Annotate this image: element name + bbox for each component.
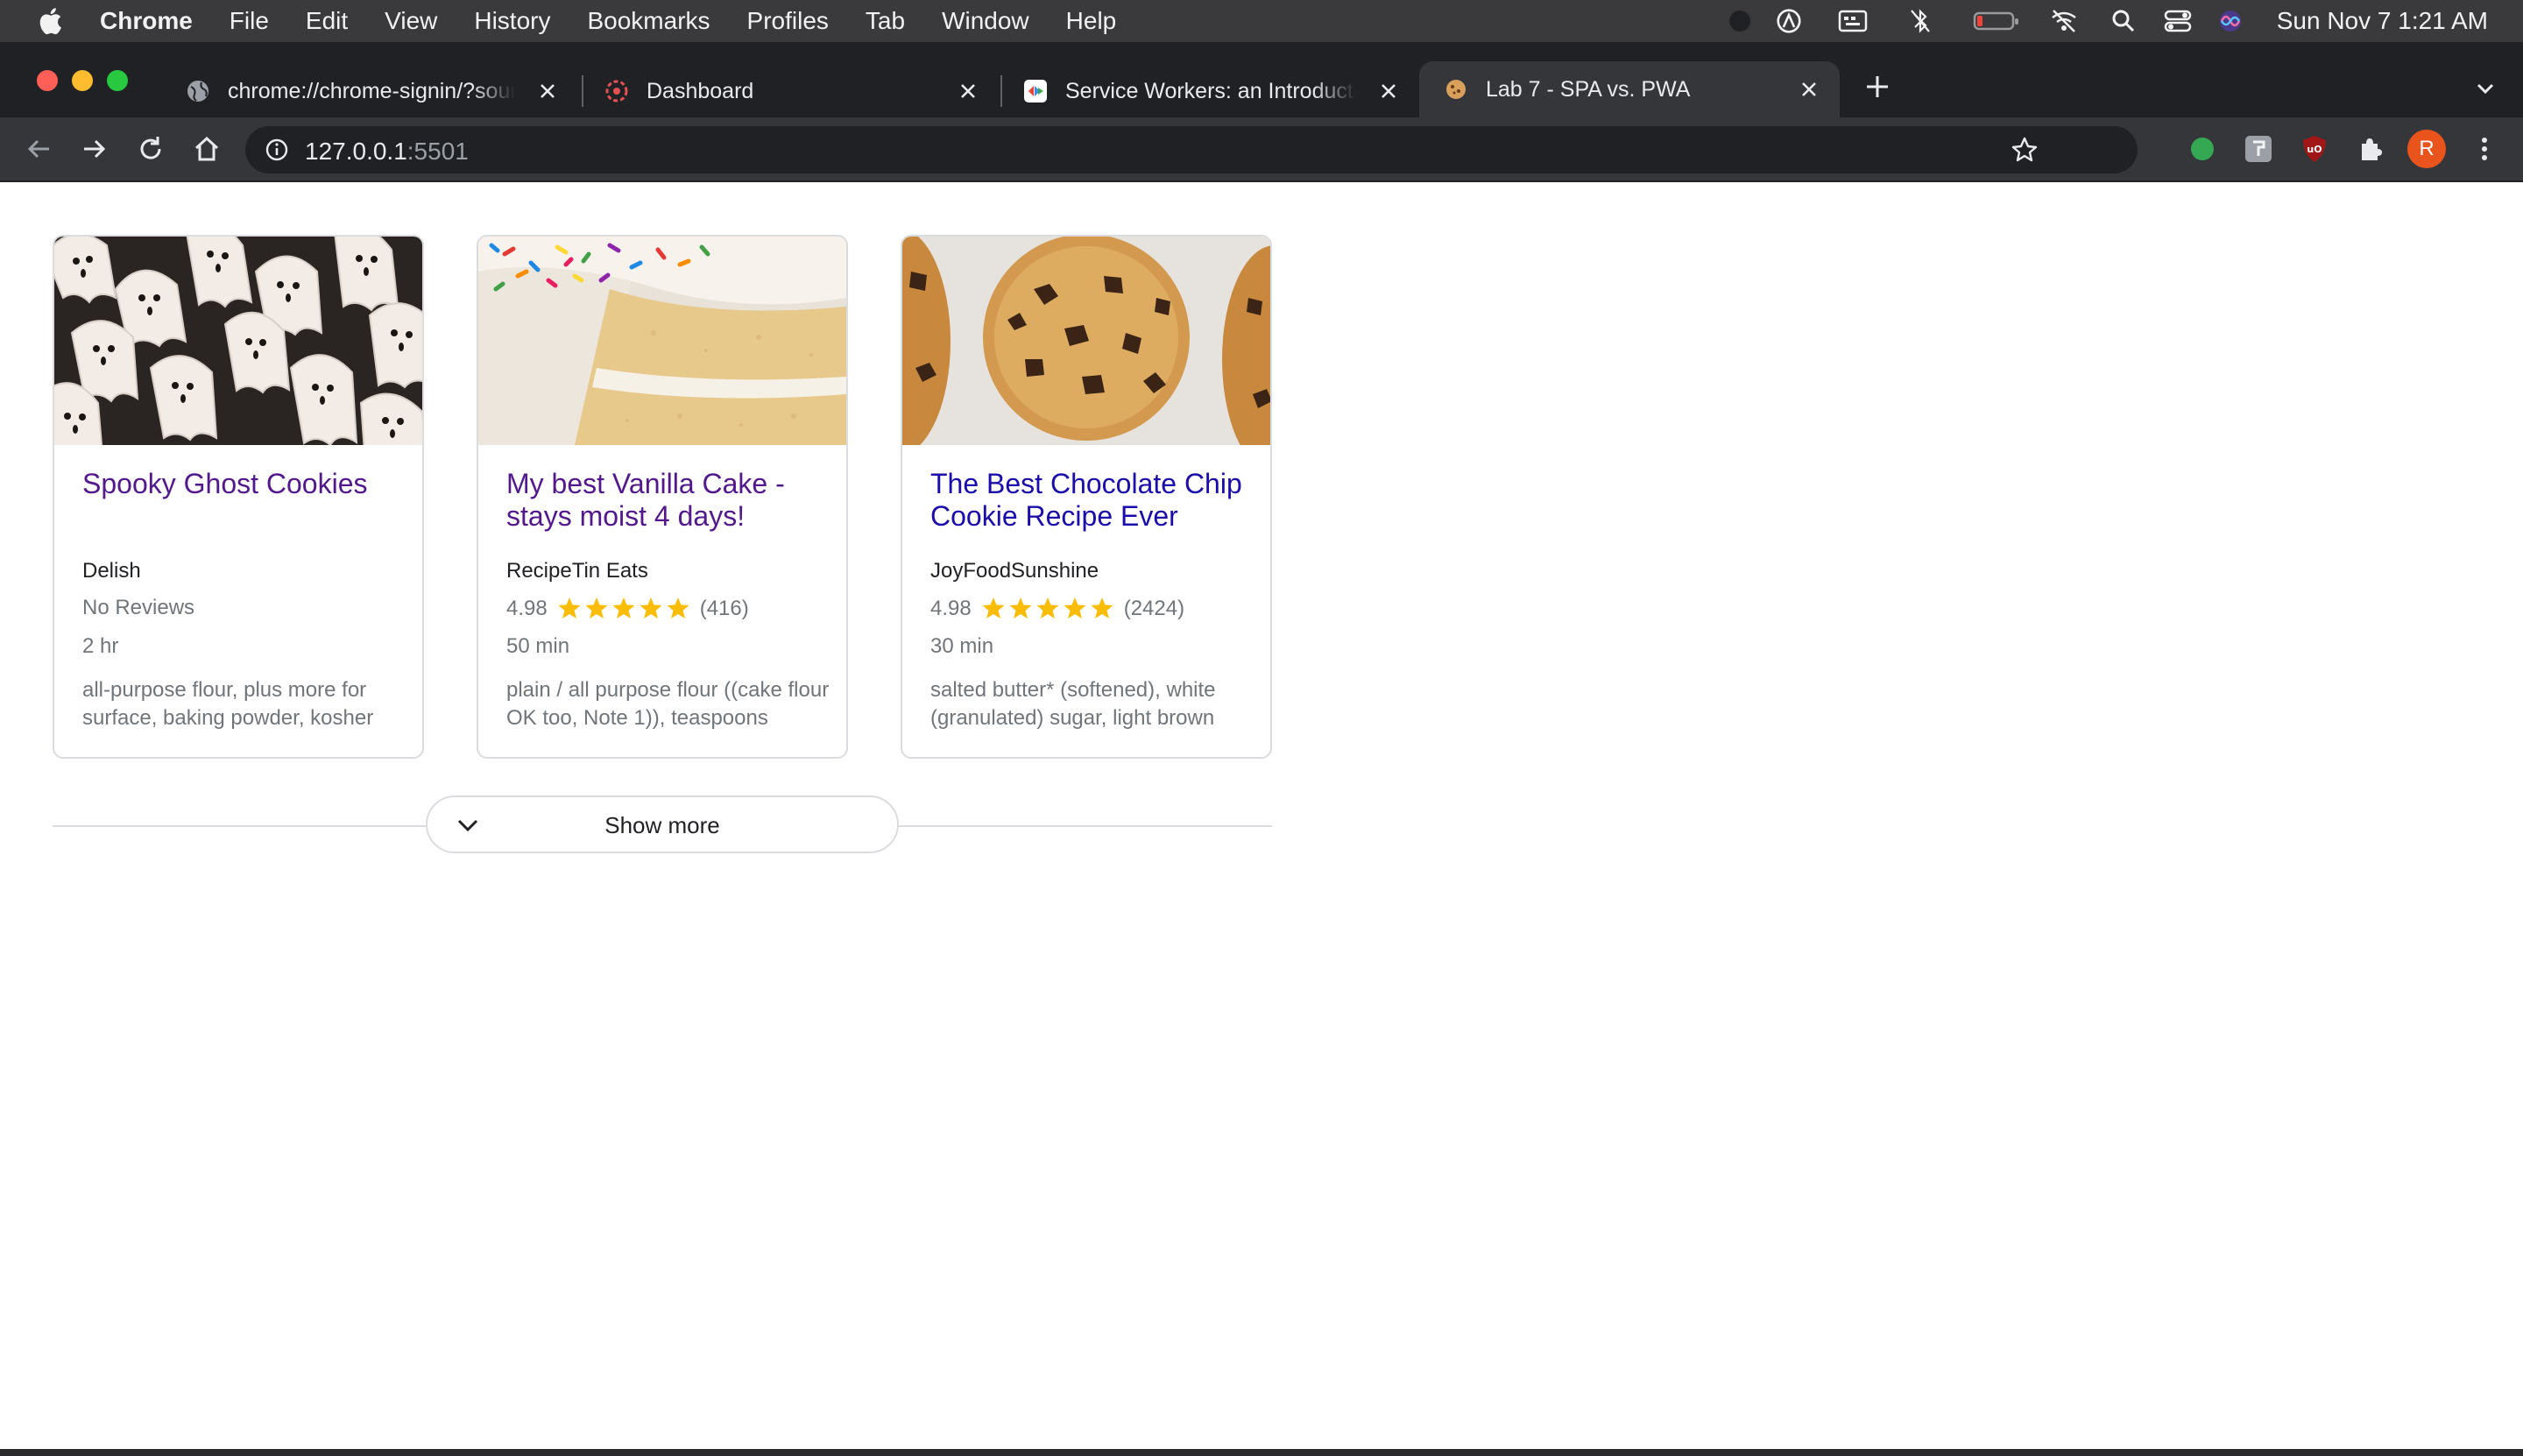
- recipe-thumbnail-vanilla-cake: [478, 237, 846, 445]
- recipe-card-spooky-ghost[interactable]: Spooky Ghost Cookies Delish No Reviews 2…: [53, 235, 424, 759]
- close-icon[interactable]: [536, 80, 559, 102]
- reload-icon[interactable]: [135, 133, 166, 165]
- tab-title: chrome://chrome-signin/?source: [228, 78, 515, 103]
- tab-lab7-active[interactable]: Lab 7 - SPA vs. PWA: [1419, 61, 1840, 117]
- recipe-title-link[interactable]: My best Vanilla Cake - stays moist 4 day…: [506, 468, 830, 533]
- window-close-button[interactable]: [37, 70, 58, 91]
- svg-text:uO: uO: [2307, 144, 2322, 155]
- tab-title: Dashboard: [647, 78, 754, 103]
- menu-help[interactable]: Help: [1066, 7, 1117, 35]
- divider-left: [53, 825, 428, 827]
- battery-icon[interactable]: [1973, 9, 2020, 33]
- dock-edge: [0, 1449, 2523, 1456]
- web-dev-favicon-icon: [1024, 80, 1047, 102]
- new-tab-plus-icon[interactable]: [1862, 72, 1892, 102]
- menu-file[interactable]: File: [230, 7, 269, 35]
- menu-view[interactable]: View: [385, 7, 437, 35]
- menu-app-name[interactable]: Chrome: [100, 7, 193, 35]
- recipe-source: Delish: [82, 559, 141, 583]
- recipe-thumbnail-chocolate-chip-cookies: [902, 237, 1270, 445]
- tab-title: Lab 7 - SPA vs. PWA: [1486, 76, 1691, 102]
- site-info-icon[interactable]: [265, 138, 289, 162]
- recipe-ingredients: salted butter* (softened), white (granul…: [930, 678, 1216, 730]
- show-more-button[interactable]: Show more: [426, 795, 899, 853]
- recipe-rating: 4.98 (416): [506, 596, 749, 622]
- review-count: (2424): [1123, 597, 1185, 620]
- recipe-source: JoyFoodSunshine: [930, 559, 1099, 583]
- close-icon[interactable]: [1798, 78, 1820, 101]
- url-port: :5501: [406, 138, 469, 165]
- divider-right: [897, 825, 1272, 827]
- recipe-card-vanilla-cake[interactable]: My best Vanilla Cake - stays moist 4 day…: [477, 235, 848, 759]
- spotlight-search-icon[interactable]: [2111, 9, 2136, 33]
- puzzle-extensions-icon[interactable]: [2355, 133, 2386, 165]
- chrome-menu-kebab-icon[interactable]: [2469, 133, 2500, 165]
- menu-bookmarks[interactable]: Bookmarks: [587, 7, 710, 35]
- menu-history[interactable]: History: [474, 7, 550, 35]
- macos-menu-bar: Chrome File Edit View History Bookmarks …: [0, 0, 2523, 42]
- green-dot-extension-icon[interactable]: [2187, 133, 2218, 165]
- window-minimize-button[interactable]: [72, 70, 93, 91]
- window-zoom-button[interactable]: [107, 70, 128, 91]
- close-icon[interactable]: [1377, 80, 1400, 102]
- bluetooth-off-icon[interactable]: [1910, 9, 1931, 33]
- recipe-thumbnail-ghost-cookies: [54, 237, 422, 445]
- profile-avatar[interactable]: R: [2407, 130, 2446, 168]
- menu-bar-clock[interactable]: Sun Nov 7 1:21 AM: [2277, 7, 2488, 35]
- control-center-icon[interactable]: [2164, 9, 2192, 33]
- menu-profiles[interactable]: Profiles: [747, 7, 829, 35]
- url-text[interactable]: 127.0.0.1:5501: [305, 138, 469, 166]
- rating-value: 4.98: [930, 597, 972, 620]
- tab-search-chevron-down-icon[interactable]: [2472, 75, 2498, 102]
- tab-chrome-signin[interactable]: chrome://chrome-signin/?source: [161, 65, 578, 117]
- dashboard-favicon-icon: [605, 80, 628, 102]
- recipe-rating: No Reviews: [82, 596, 194, 620]
- recipe-time: 2 hr: [82, 634, 119, 658]
- five-stars-icon: [558, 597, 689, 618]
- forward-arrow-icon[interactable]: [79, 133, 110, 165]
- wifi-off-icon[interactable]: [2050, 9, 2078, 33]
- bookmark-star-icon[interactable]: [2010, 135, 2039, 165]
- show-more-label: Show more: [604, 812, 720, 838]
- recipe-ingredients: plain / all purpose flour ((cake flour O…: [506, 678, 830, 730]
- recipe-time: 50 min: [506, 634, 570, 658]
- tab-dashboard[interactable]: Dashboard: [580, 65, 999, 117]
- menu-tab[interactable]: Tab: [866, 7, 905, 35]
- menu-window[interactable]: Window: [942, 7, 1029, 35]
- cookie-favicon-icon: [1446, 80, 1466, 99]
- close-icon[interactable]: [957, 80, 979, 102]
- review-count: (416): [699, 597, 749, 620]
- keyboard-input-icon[interactable]: [1838, 9, 1868, 33]
- globe-icon: [187, 81, 208, 102]
- siri-icon[interactable]: [2218, 9, 2243, 33]
- recipe-title-link[interactable]: The Best Chocolate Chip Cookie Recipe Ev…: [930, 468, 1254, 533]
- recipe-title-link[interactable]: Spooky Ghost Cookies: [82, 468, 406, 500]
- address-bar[interactable]: 127.0.0.1:5501: [245, 126, 2138, 173]
- ublock-origin-icon[interactable]: uO: [2299, 133, 2330, 165]
- grey-extension-icon[interactable]: [2243, 133, 2274, 165]
- url-host: 127.0.0.1: [305, 138, 407, 165]
- recipe-source: RecipeTin Eats: [506, 559, 648, 583]
- apple-logo-icon[interactable]: [35, 5, 63, 37]
- tab-service-workers[interactable]: Service Workers: an Introduction: [999, 65, 1419, 117]
- no-reviews-text: No Reviews: [82, 596, 195, 619]
- five-stars-icon: [982, 597, 1113, 618]
- back-arrow-icon[interactable]: [23, 133, 54, 165]
- recipe-time: 30 min: [930, 634, 994, 658]
- recipe-ingredients: all-purpose flour, plus more for surface…: [82, 678, 374, 730]
- menu-edit[interactable]: Edit: [306, 7, 348, 35]
- recipe-rating: 4.98 (2424): [930, 596, 1184, 622]
- rating-value: 4.98: [506, 597, 548, 620]
- home-icon[interactable]: [191, 133, 223, 165]
- tab-title: Service Workers: an Introduction: [1065, 78, 1356, 103]
- recipe-card-chocolate-chip[interactable]: The Best Chocolate Chip Cookie Recipe Ev…: [901, 235, 1272, 759]
- profile-circle-icon[interactable]: [1775, 9, 1803, 33]
- record-icon[interactable]: [1728, 9, 1752, 33]
